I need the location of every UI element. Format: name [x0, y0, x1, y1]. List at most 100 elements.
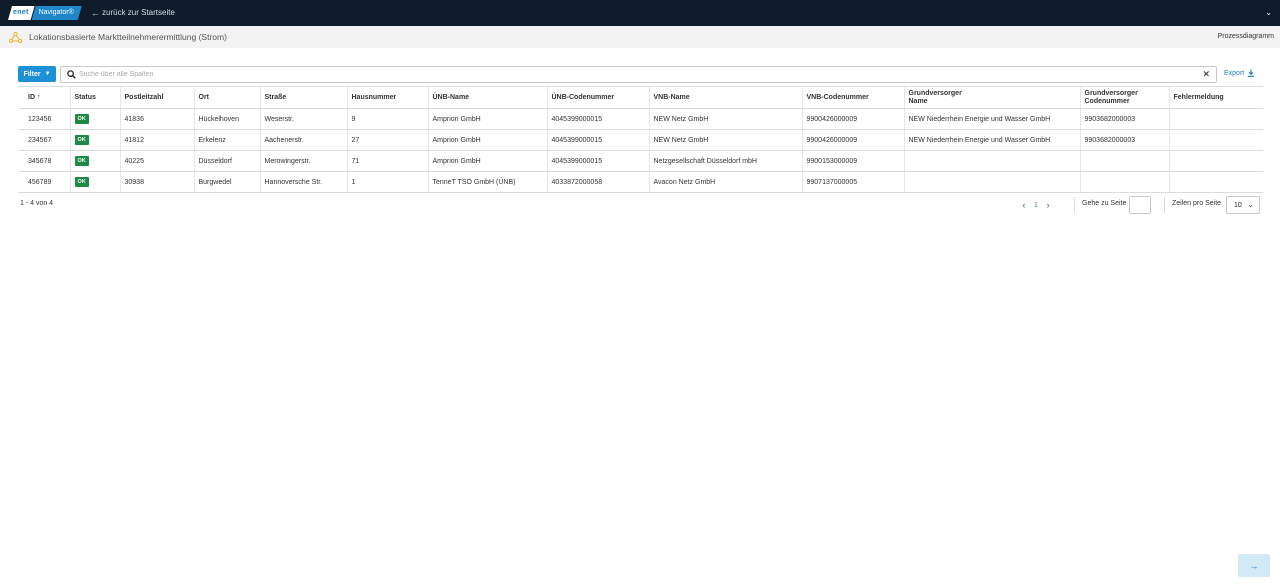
column-header-postleitzahl[interactable]: Postleitzahl — [119, 86, 194, 109]
cell-grundversorger-name: NEW Niederrhein Energie und Wasser GmbH — [903, 129, 1080, 151]
search-icon — [67, 70, 76, 79]
page-header: Lokationsbasierte Marktteilnehmerermittl… — [0, 26, 1280, 48]
cell-postleitzahl: 41836 — [119, 108, 194, 130]
page-number[interactable]: 1 — [1029, 202, 1043, 209]
divider — [1164, 197, 1165, 213]
chevron-right-icon[interactable]: › — [1043, 200, 1053, 210]
cell-ort: Düsseldorf — [193, 150, 260, 172]
cell-uenb-name: Amprion GmbH — [427, 129, 547, 151]
column-header-fehlermeldung[interactable]: Fehlermeldung — [1168, 86, 1263, 109]
divider — [1074, 197, 1075, 213]
cell-status: OK — [69, 108, 120, 130]
process-diagram-link[interactable]: Prozessdiagramm — [1218, 26, 1274, 48]
clear-search-icon[interactable]: ✕ — [1202, 67, 1210, 82]
column-header-status[interactable]: Status — [69, 86, 120, 109]
header-line: Grundversorger — [908, 89, 962, 97]
cell-postleitzahl: 30938 — [119, 171, 194, 193]
column-header-uenb-name[interactable]: ÜNB-Name — [427, 86, 547, 109]
download-icon — [1248, 69, 1255, 77]
rows-per-page-label: Zeilen pro Seite — [1172, 200, 1222, 207]
column-header-vnb-name[interactable]: VNB-Name — [648, 86, 802, 109]
table-row[interactable]: 456789 OK 30938 Burgwedel Hannoversche Str. 1… — [18, 171, 1263, 193]
cell-postleitzahl: 40225 — [119, 150, 194, 172]
column-header-ort[interactable]: Ort — [193, 86, 260, 109]
caret-down-icon: ▼ — [44, 71, 51, 77]
cell-uenb-name: Amprion GmbH — [427, 108, 547, 130]
cell-fehlermeldung — [1168, 150, 1263, 172]
column-header-grundversorger-name[interactable]: Grundversorger Name — [903, 86, 1080, 109]
goto-page-input[interactable] — [1129, 196, 1151, 214]
status-badge: OK — [74, 177, 89, 187]
cell-grundversorger-codenummer — [1079, 171, 1169, 193]
table-header-row: ID ↑ Status Postleitzahl Ort Straße Haus… — [18, 86, 1263, 109]
header-line: Grundversorger — [1084, 89, 1138, 97]
cell-grundversorger-name — [903, 150, 1080, 172]
table-row[interactable]: 234567 OK 41812 Erkelenz Aachenerstr. 27 Ampri… — [18, 129, 1263, 151]
logo-product: Navigator® — [32, 6, 82, 20]
search-input[interactable] — [79, 68, 1189, 81]
rows-per-page-select[interactable]: 10 ⌄ — [1226, 196, 1260, 214]
cell-id: 123456 — [18, 108, 70, 130]
results-table: ID ↑ Status Postleitzahl Ort Straße Haus… — [18, 86, 1263, 193]
cell-fehlermeldung — [1168, 108, 1263, 130]
status-badge: OK — [74, 156, 89, 166]
cell-grundversorger-codenummer: 9903682000003 — [1079, 129, 1169, 151]
cell-strasse: Merowingerstr. — [259, 150, 347, 172]
cell-grundversorger-codenummer — [1079, 150, 1169, 172]
cell-uenb-codenummer: 4045399000015 — [546, 108, 649, 130]
goto-page-label: Gehe zu Seite — [1082, 200, 1127, 207]
status-badge: OK — [74, 114, 89, 124]
column-header-grundversorger-codenummer[interactable]: Grundversorger Codenummer — [1079, 86, 1169, 109]
app-logo[interactable]: enet Navigator® — [8, 6, 82, 20]
table-row[interactable]: 123456 OK 41836 Hückelhoven Weserstr. 9 Amprio… — [18, 108, 1263, 130]
cell-uenb-name: TenneT TSO GmbH (ÜNB) — [427, 171, 547, 193]
cell-uenb-codenummer: 4033872000058 — [546, 171, 649, 193]
cell-fehlermeldung — [1168, 171, 1263, 193]
cell-uenb-codenummer: 4045399000015 — [546, 150, 649, 172]
pagination: ‹ 1 › — [1019, 197, 1053, 213]
cell-vnb-codenummer: 9900153000009 — [801, 150, 904, 172]
cell-grundversorger-codenummer: 9903682000003 — [1079, 108, 1169, 130]
top-navigation-bar: enet Navigator® ← zurück zur Startseite … — [0, 0, 1280, 26]
next-step-button[interactable]: → — [1238, 554, 1270, 577]
column-header-uenb-codenummer[interactable]: ÜNB-Codenummer — [546, 86, 649, 109]
cell-hausnummer: 27 — [346, 129, 428, 151]
cell-uenb-name: Amprion GmbH — [427, 150, 547, 172]
cell-uenb-codenummer: 4045399000015 — [546, 129, 649, 151]
result-count: 1 - 4 von 4 — [20, 200, 54, 207]
cell-status: OK — [69, 129, 120, 151]
cell-strasse: Hannoversche Str. — [259, 171, 347, 193]
column-header-strasse[interactable]: Straße — [259, 86, 347, 109]
header-line: Name — [908, 97, 928, 105]
cell-id: 234567 — [18, 129, 70, 151]
filter-button[interactable]: Filter ▼ — [18, 66, 56, 82]
cell-grundversorger-name — [903, 171, 1080, 193]
cell-vnb-name: NEW Netz GmbH — [648, 108, 802, 130]
column-header-id[interactable]: ID ↑ — [18, 86, 70, 109]
export-label: Export — [1224, 69, 1245, 77]
back-to-home-link[interactable]: ← zurück zur Startseite — [91, 0, 175, 26]
chevron-down-icon: ⌄ — [1247, 200, 1254, 209]
search-box: ✕ — [60, 66, 1217, 83]
cell-vnb-codenummer: 9900426000009 — [801, 108, 904, 130]
cell-strasse: Weserstr. — [259, 108, 347, 130]
column-header-hausnummer[interactable]: Hausnummer — [346, 86, 428, 109]
logo-brand: enet — [8, 6, 35, 20]
cell-fehlermeldung — [1168, 129, 1263, 151]
cell-postleitzahl: 41812 — [119, 129, 194, 151]
arrow-right-icon: → — [1249, 560, 1259, 571]
export-button[interactable]: Export — [1224, 69, 1255, 77]
chevron-left-icon[interactable]: ‹ — [1019, 200, 1029, 210]
cell-vnb-codenummer: 9907137000005 — [801, 171, 904, 193]
arrow-left-icon: ← — [91, 8, 100, 18]
network-icon — [9, 32, 22, 43]
status-badge: OK — [74, 135, 89, 145]
cell-hausnummer: 1 — [346, 171, 428, 193]
header-line: Codenummer — [1084, 97, 1130, 105]
cell-status: OK — [69, 171, 120, 193]
chevron-down-icon[interactable]: ⌄ — [1265, 0, 1272, 26]
cell-grundversorger-name: NEW Niederrhein Energie und Wasser GmbH — [903, 108, 1080, 130]
column-header-vnb-codenummer[interactable]: VNB-Codenummer — [801, 86, 904, 109]
table-row[interactable]: 345678 OK 40225 Düsseldorf Merowingerstr. 71 A… — [18, 150, 1263, 172]
cell-id: 345678 — [18, 150, 70, 172]
